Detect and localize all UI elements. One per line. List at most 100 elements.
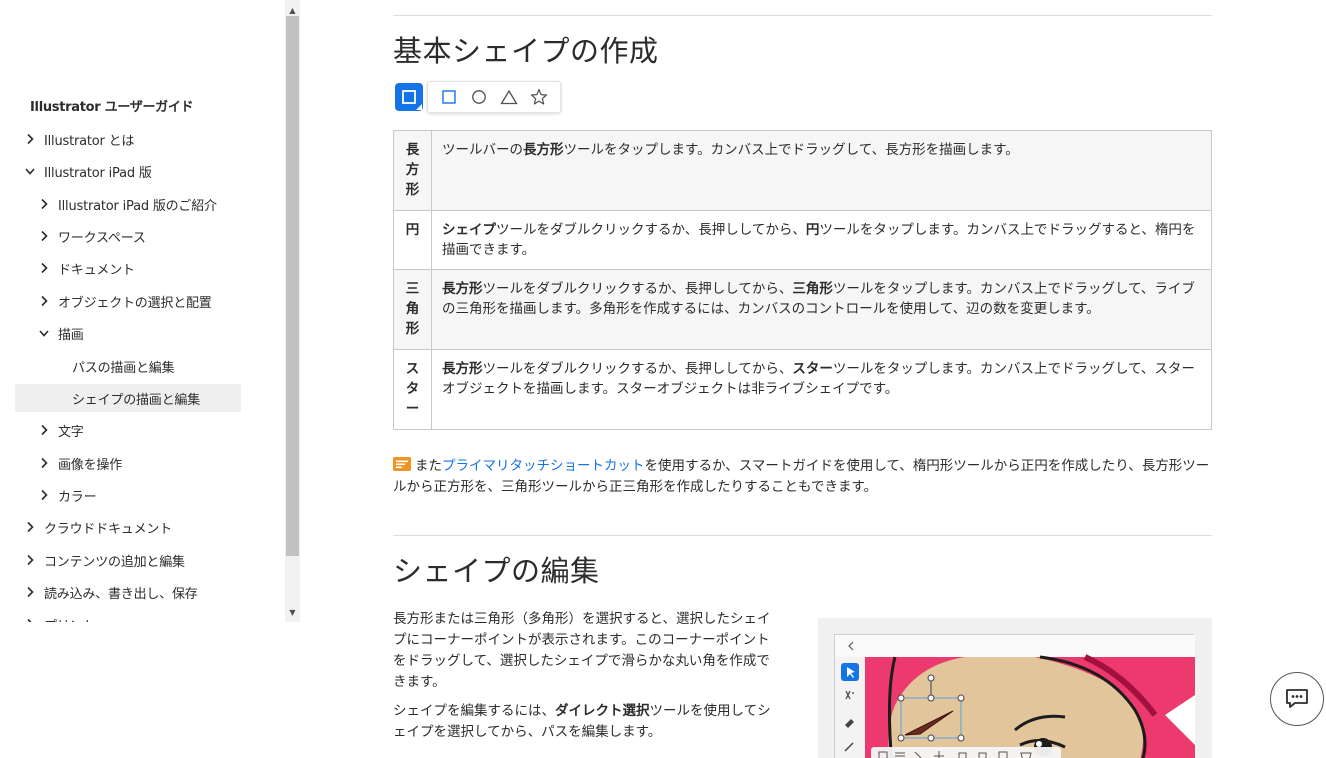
table-row: 長方形 ツールバーの長方形ツールをタップします。カンバス上でドラッグして、長方形を…	[393, 130, 1212, 211]
section-divider	[393, 535, 1212, 536]
sidebar-item-label: オブジェクトの選択と配置	[58, 295, 212, 311]
chevron-right-icon[interactable]	[38, 198, 50, 210]
rectangle-tool-icon	[438, 86, 460, 108]
sidebar-item-label: 文字	[58, 424, 84, 440]
sidebar-item[interactable]: パスの描画と編集	[72, 352, 175, 380]
para2-prefix: シェイプを編集するには、	[393, 703, 555, 719]
shape-toolbar-illustration	[395, 81, 561, 113]
sidebar-item-label: 画像を操作	[58, 457, 123, 473]
table-row: 三角形 長方形ツールをダブルクリックするか、長押ししてから、三角形ツールをタップし…	[393, 269, 1212, 350]
bold-term: 長方形	[442, 361, 483, 377]
chat-button[interactable]	[1270, 672, 1324, 726]
sidebar-item[interactable]: シェイプの描画と編集	[15, 384, 241, 412]
shape-description-cell: ツールバーの長方形ツールをタップします。カンバス上でドラッグして、長方形を描画し…	[431, 130, 1212, 211]
sidebar-item[interactable]: コンテンツの追加と編集	[24, 546, 185, 574]
top-divider	[393, 15, 1212, 16]
edit-shapes-paragraph-1: 長方形または三角形（多角形）を選択すると、選択したシェイプにコーナーポイントが表…	[393, 611, 771, 690]
shape-name-cell: 三角形	[393, 269, 432, 350]
sidebar-item-label: パスの描画と編集	[72, 360, 175, 376]
section-title-edit-shapes: シェイプの編集	[393, 554, 600, 588]
sidebar-item-label: ドキュメント	[58, 262, 135, 278]
sidebar-item-label: 描画	[58, 327, 84, 343]
sidebar-item-label: ワークスペース	[58, 230, 146, 246]
sidebar-item[interactable]: Illustrator iPad 版のご紹介	[38, 190, 217, 218]
bold-term: 円	[805, 222, 820, 238]
triangle-tool-icon	[498, 86, 520, 108]
description-text: ツールをダブルクリックするか、長押ししてから、	[482, 361, 793, 377]
description-text: ツールをタップします。カンバス上でドラッグして、長方形を描画します。	[563, 142, 1019, 158]
table-row: スター 長方形ツールをダブルクリックするか、長押ししてから、スターツールをタップし…	[393, 349, 1212, 430]
primary-touch-shortcut-link[interactable]: プライマリタッチショートカット	[442, 458, 645, 474]
sidebar-item[interactable]: プリント	[24, 610, 95, 622]
sidebar-item-label: カラー	[58, 489, 97, 505]
sidebar-item[interactable]: 描画	[38, 319, 84, 347]
sidebar-item-label: プリント	[44, 615, 95, 623]
rectangle-tool-active-icon	[395, 83, 423, 111]
chevron-right-icon[interactable]	[24, 618, 36, 622]
sidebar-item-label: シェイプの描画と編集	[72, 392, 201, 408]
sidebar-scrollbar-thumb[interactable]	[286, 16, 299, 556]
sidebar-item[interactable]: 画像を操作	[38, 449, 122, 477]
star-tool-icon	[528, 86, 550, 108]
chevron-right-icon[interactable]	[24, 133, 36, 145]
chevron-right-icon[interactable]	[24, 586, 36, 598]
shape-name-cell: スター	[393, 349, 432, 430]
chevron-right-icon[interactable]	[38, 424, 50, 436]
sidebar-item-label: 読み込み、書き出し、保存	[44, 586, 198, 602]
note-icon	[393, 457, 411, 471]
ipad-app-frame	[834, 634, 1195, 758]
sidebar-item-label: Illustrator iPad 版のご紹介	[58, 198, 217, 214]
sidebar-item[interactable]: 文字	[38, 416, 84, 444]
direct-selection-tool-name: ダイレクト選択	[555, 703, 650, 719]
edit-shapes-paragraph-2: シェイプを編集するには、ダイレクト選択ツールを使用してシェイプを選択してから、パ…	[393, 701, 771, 743]
description-text: ツールバーの	[442, 142, 523, 158]
chevron-down-icon[interactable]	[24, 165, 36, 177]
shape-description-cell: 長方形ツールをダブルクリックするか、長押ししてから、スターツールをタップします。…	[431, 349, 1212, 430]
chevron-down-icon[interactable]	[38, 327, 50, 339]
chevron-right-icon[interactable]	[24, 521, 36, 533]
sidebar-item[interactable]: オブジェクトの選択と配置	[38, 287, 212, 315]
note-prefix: また	[415, 458, 442, 474]
chevron-right-icon[interactable]	[38, 295, 50, 307]
note-paragraph: またプライマリタッチショートカットを使用するか、スマートガイドを使用して、楕円形…	[393, 456, 1213, 498]
bold-term: 三角形	[792, 281, 833, 297]
scroll-down-arrow-icon[interactable]: ▼	[285, 604, 300, 620]
sidebar-item-label: Illustrator iPad 版	[44, 165, 152, 181]
chevron-right-icon[interactable]	[38, 489, 50, 501]
chat-icon	[1286, 689, 1308, 708]
sidebar-item[interactable]: カラー	[38, 481, 97, 509]
sidebar-nav: Illustrator ユーザーガイド Illustrator とは Illust…	[0, 0, 300, 622]
shape-name: スター	[405, 361, 420, 417]
scroll-up-arrow-icon[interactable]: ▲	[285, 2, 300, 18]
shape-name-cell: 長方形	[393, 130, 432, 211]
bold-term: 長方形	[523, 142, 564, 158]
description-text: ツールをダブルクリックするか、長押ししてから、	[496, 222, 806, 238]
sidebar-item[interactable]: Illustrator とは	[24, 125, 134, 153]
chevron-right-icon[interactable]	[24, 554, 36, 566]
sidebar-item[interactable]: ドキュメント	[38, 254, 135, 282]
sidebar-item-label: クラウドドキュメント	[44, 521, 173, 537]
shape-editing-screenshot	[818, 618, 1212, 758]
sidebar-item[interactable]: 読み込み、書き出し、保存	[24, 578, 198, 606]
table-row: 円シェイプツールをダブルクリックするか、長押ししてから、円ツールをタップします。…	[393, 210, 1212, 270]
sidebar-item[interactable]: クラウドドキュメント	[24, 513, 172, 541]
shape-description-cell: シェイプツールをダブルクリックするか、長押ししてから、円ツールをタップします。カ…	[431, 210, 1212, 270]
shape-name-cell: 円	[393, 210, 432, 270]
description-text: ツールをダブルクリックするか、長押ししてから、	[482, 281, 793, 297]
ellipse-tool-icon	[468, 86, 490, 108]
sidebar-item-label: Illustrator とは	[44, 133, 135, 149]
sidebar-item[interactable]: ワークスペース	[38, 222, 146, 250]
shape-name: 三角形	[405, 281, 420, 337]
shape-description-cell: 長方形ツールをダブルクリックするか、長押ししてから、三角形ツールをタップします。…	[431, 269, 1212, 350]
shape-name: 円	[405, 222, 420, 238]
section-title-basic-shapes: 基本シェイプの作成	[393, 34, 659, 68]
shape-tools-popover	[427, 81, 561, 113]
chevron-right-icon[interactable]	[38, 230, 50, 242]
chevron-right-icon[interactable]	[38, 457, 50, 469]
bold-term: シェイプ	[442, 222, 496, 238]
sidebar-item[interactable]: Illustrator iPad 版	[24, 157, 152, 185]
bold-term: 長方形	[442, 281, 483, 297]
chevron-right-icon[interactable]	[38, 262, 50, 274]
shape-tools-table: 長方形 ツールバーの長方形ツールをタップします。カンバス上でドラッグして、長方形を…	[393, 130, 1212, 430]
bold-term: スター	[792, 361, 833, 377]
